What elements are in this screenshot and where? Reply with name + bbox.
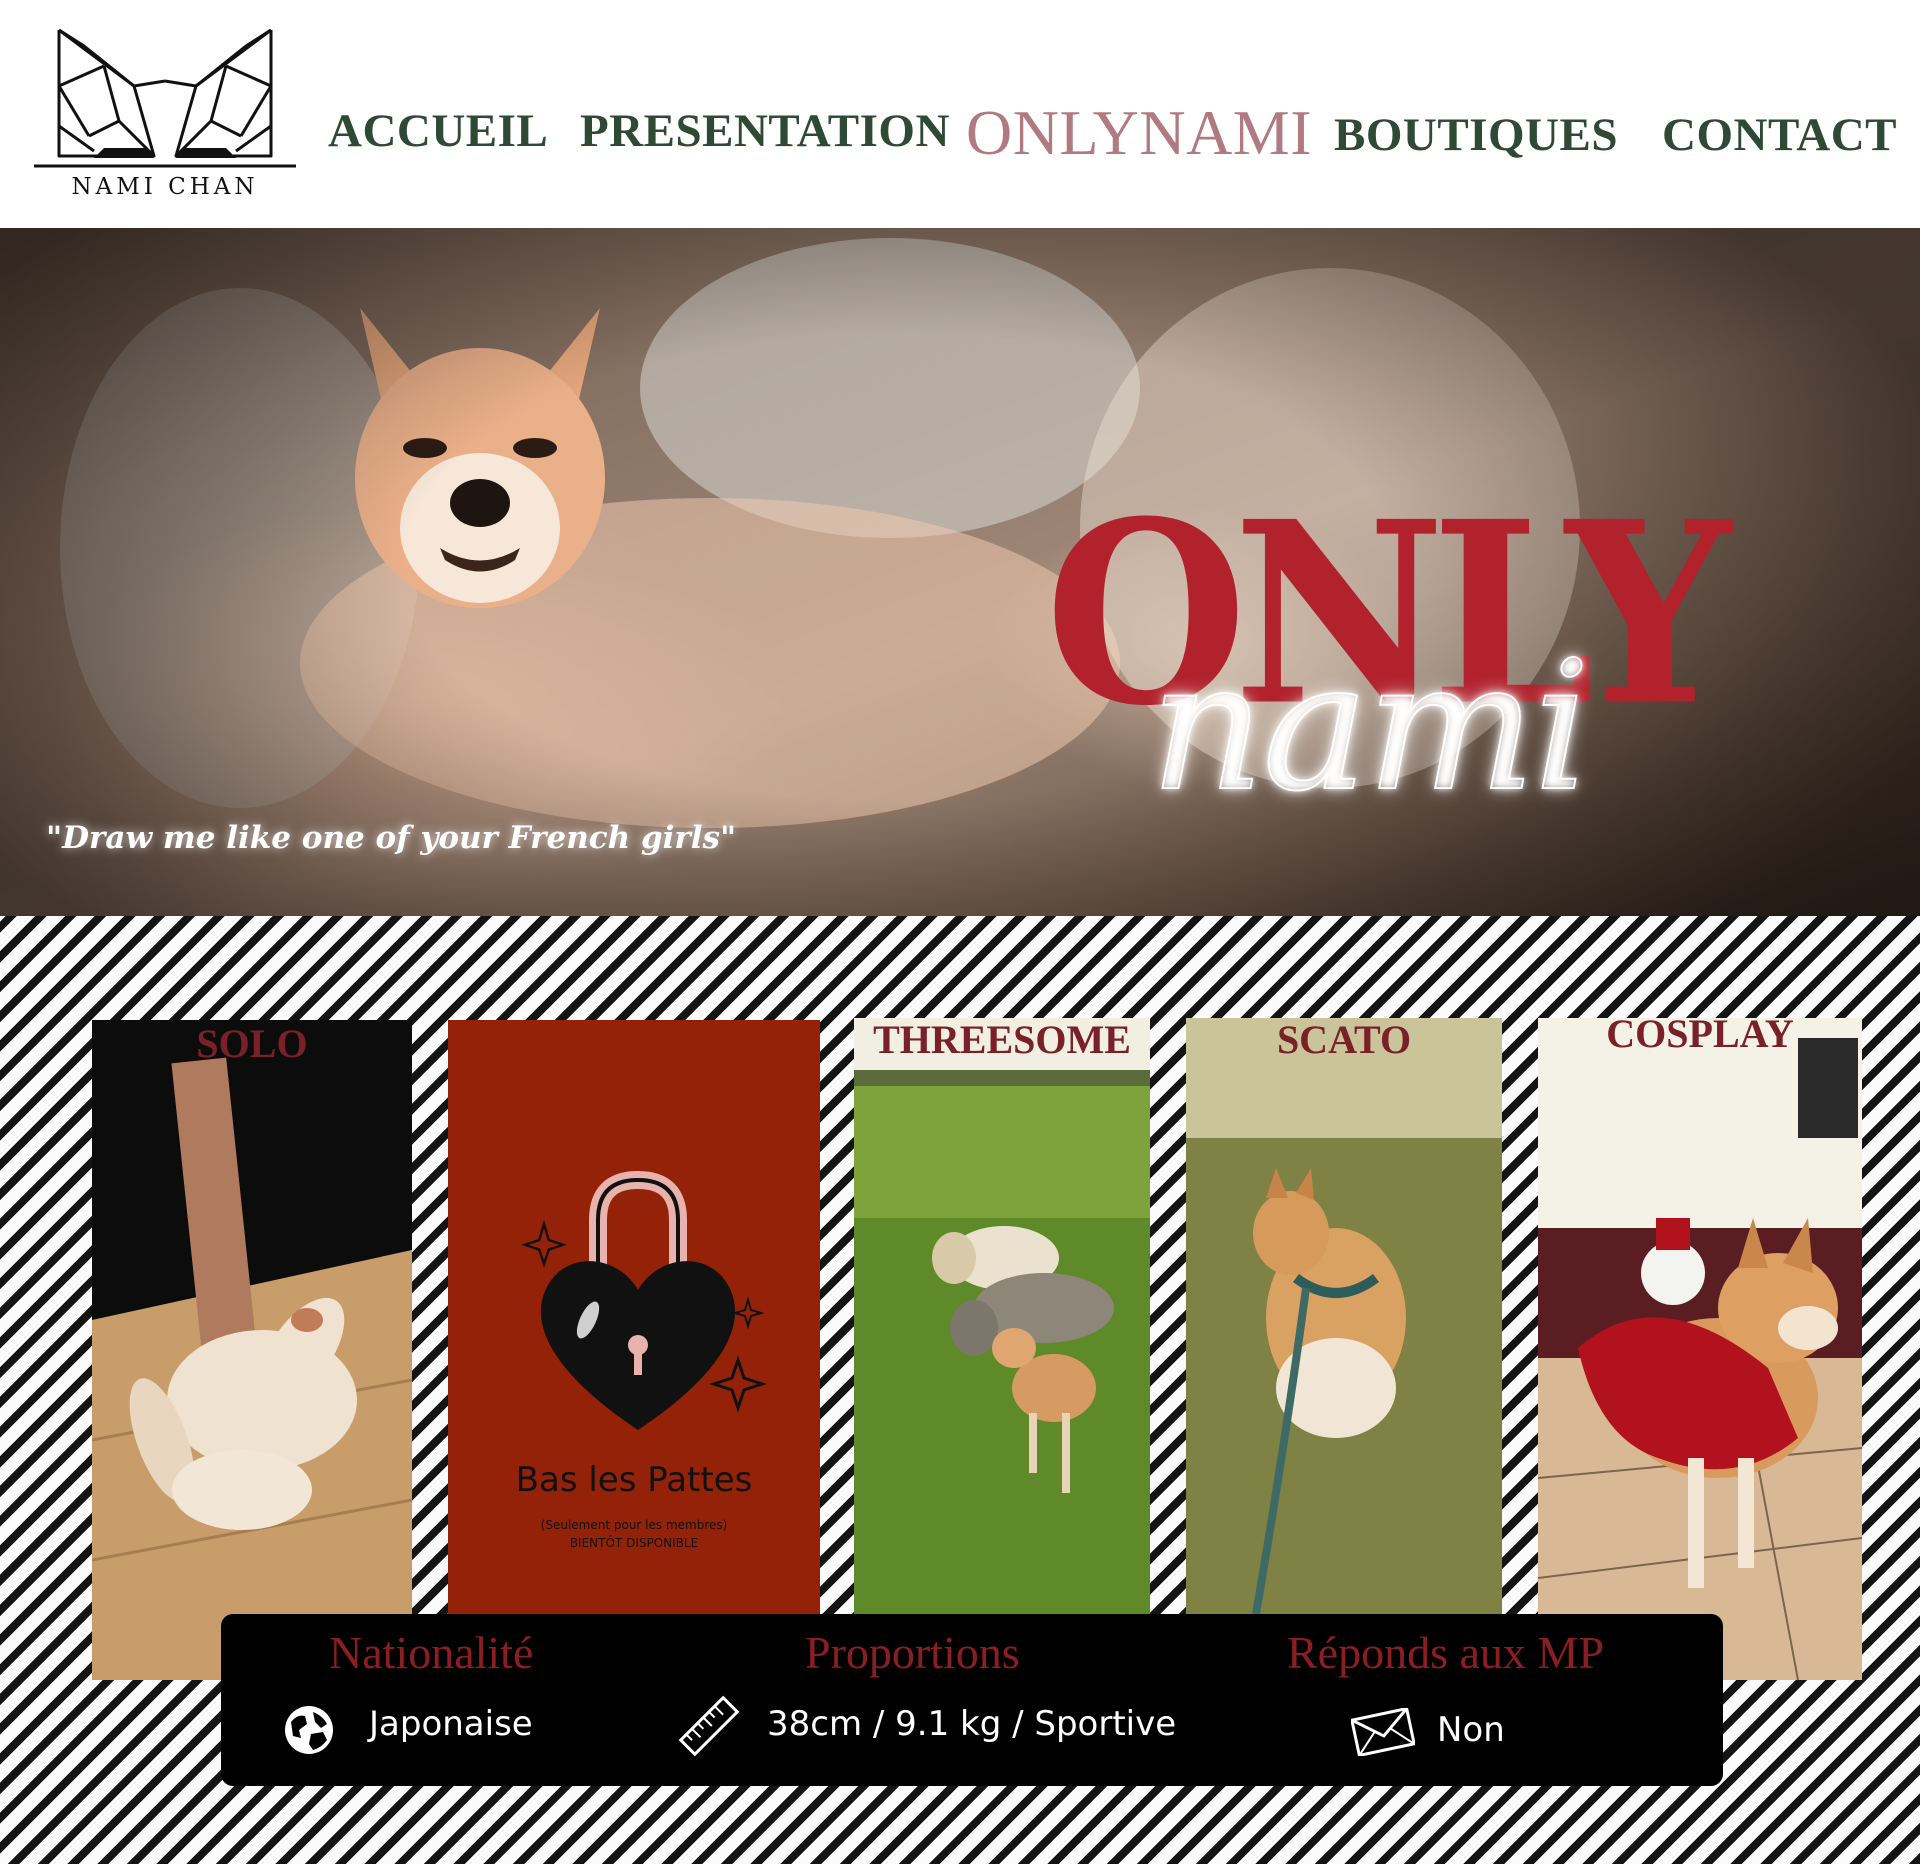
nationality-label: Nationalité (329, 1627, 534, 1678)
nami-chan-logo[interactable]: NAMI CHAN (34, 26, 296, 204)
nav-presentation[interactable]: PRESENTATION (580, 104, 950, 158)
card-cosplay[interactable]: COSPLAY (1538, 1018, 1862, 1680)
solo-photo (92, 1057, 412, 1680)
locked-subtitle: (Seulement pour les membres) BIENTÔT DIS… (448, 1516, 820, 1552)
card-title-threesome: THREESOME (873, 1018, 1131, 1062)
envelope-icon (1351, 1708, 1415, 1756)
nav-contact[interactable]: CONTACT (1662, 108, 1897, 162)
globe-icon (285, 1706, 333, 1754)
card-solo[interactable]: SOLO (92, 1020, 412, 1680)
heart-padlock-icon (521, 1170, 767, 1430)
proportions-label: Proportions (805, 1627, 1020, 1678)
scato-photo (1186, 1018, 1502, 1614)
card-threesome[interactable]: THREESOME (854, 1018, 1150, 1614)
logo-text: NAMI CHAN (71, 174, 259, 200)
nav-onlynami[interactable]: ONLYNAMI (966, 96, 1312, 170)
card-title-scato: SCATO (1276, 1018, 1412, 1062)
cat-ears-logo-icon (34, 28, 296, 168)
locked-title: Bas les Pattes (515, 1460, 753, 1500)
nationality-value: Japonaise (369, 1704, 533, 1744)
nami-title: nami (1149, 623, 1591, 830)
card-title-solo: SOLO (196, 1021, 308, 1066)
card-locked[interactable]: Bas les Pattes (Seulement pour les membr… (448, 1020, 820, 1616)
nav-boutiques[interactable]: BOUTIQUES (1334, 108, 1618, 162)
messages-label: Réponds aux MP (1287, 1627, 1604, 1678)
profile-info-bar: Nationalité Proportions Réponds aux MP J… (221, 1614, 1723, 1786)
card-title-cosplay: COSPLAY (1606, 1018, 1794, 1056)
ruler-icon (678, 1695, 740, 1757)
locked-coming-soon: BIENTÔT DISPONIBLE (569, 1536, 699, 1550)
hero-banner: ONLY nami "Draw me like one of your Fren… (0, 228, 1920, 916)
card-scato[interactable]: SCATO (1186, 1018, 1502, 1614)
threesome-photo (854, 1018, 1150, 1614)
messages-value: Non (1437, 1710, 1505, 1750)
locked-members-only: (Seulement pour les membres) (540, 1518, 728, 1532)
nav-accueil[interactable]: ACCUEIL (328, 104, 548, 158)
cosplay-photo (1538, 1018, 1862, 1680)
hero-quote: "Draw me like one of your French girls" (46, 820, 737, 856)
proportions-value: 38cm / 9.1 kg / Sportive (767, 1704, 1177, 1744)
site-header: NAMI CHAN ACCUEIL PRESENTATION ONLYNAMI … (0, 0, 1920, 228)
